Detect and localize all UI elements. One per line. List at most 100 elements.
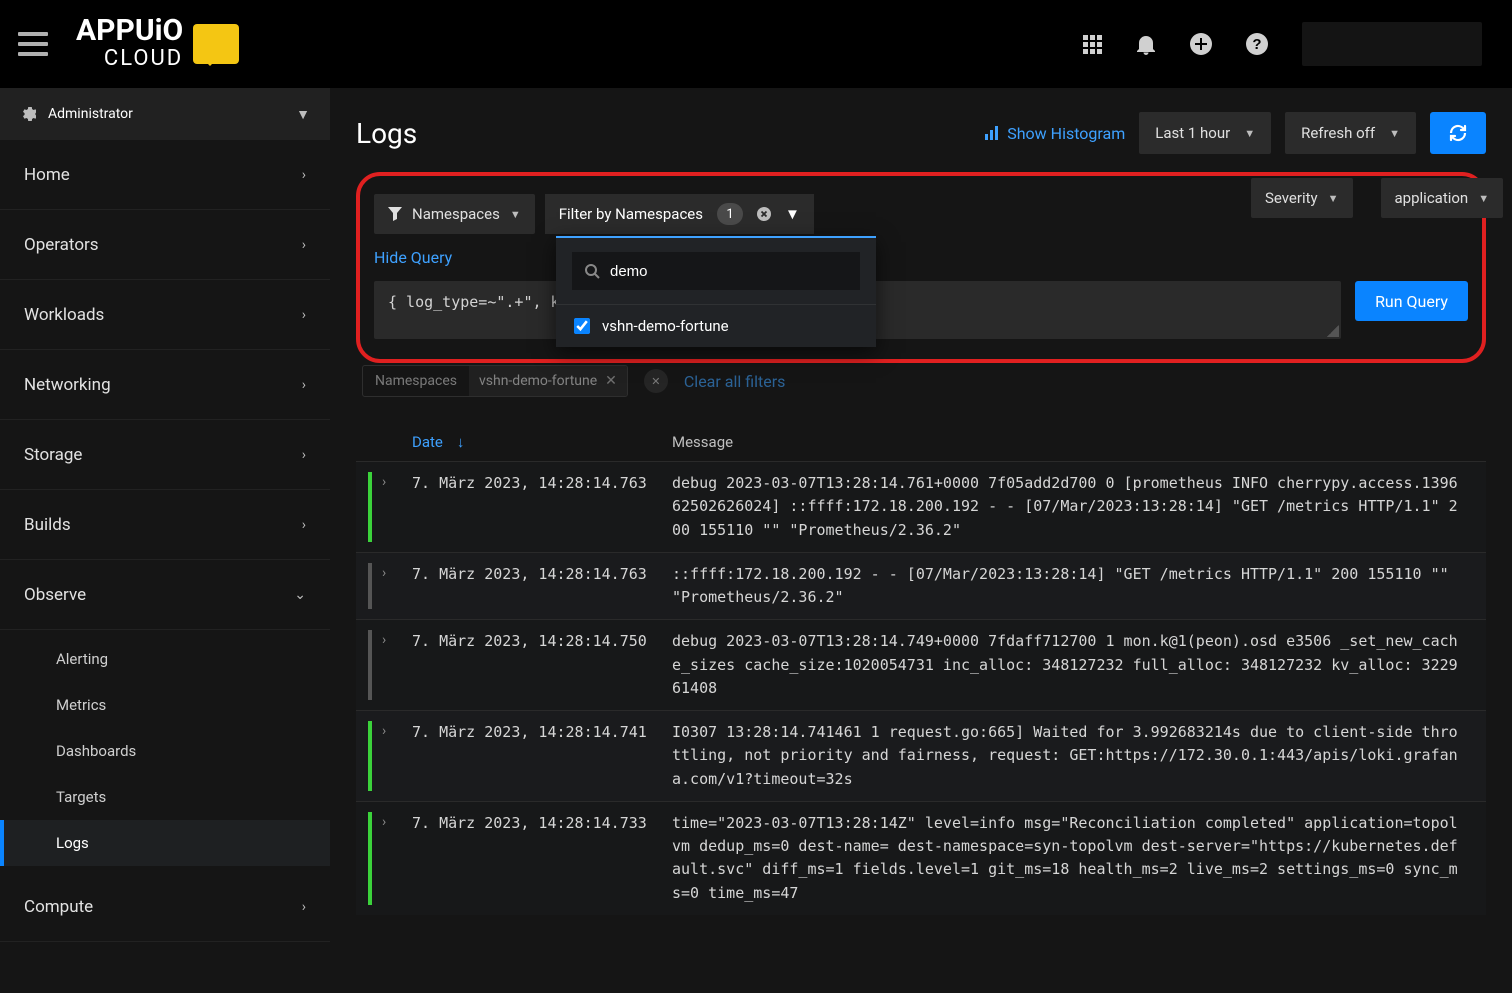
expand-row-icon[interactable]: › (382, 721, 412, 739)
log-message: time="2023-03-07T13:28:14Z" level=info m… (672, 812, 1476, 905)
namespace-option[interactable]: vshn-demo-fortune (556, 304, 876, 347)
topbar: APPUiO CLOUD ? (0, 0, 1512, 88)
caret-down-icon: ▼ (296, 106, 310, 123)
caret-down-icon: ▼ (785, 205, 800, 223)
chevron-right-icon: › (302, 167, 306, 183)
clear-icon[interactable] (757, 207, 771, 221)
hide-query-link[interactable]: Hide Query (374, 248, 1468, 267)
logtype-dropdown[interactable]: application▼ (1381, 178, 1504, 218)
chevron-right-icon: › (302, 377, 306, 393)
clear-chip-icon[interactable]: ✕ (644, 369, 668, 393)
sidebar-item-compute[interactable]: Compute› (0, 872, 330, 942)
namespace-chip: Namespaces vshn-demo-fortune ✕ (362, 365, 628, 397)
namespace-filter-value[interactable]: Filter by Namespaces 1 ▼ (545, 194, 814, 234)
log-table-header: Date ↓ Message (356, 397, 1486, 461)
namespaces-filter-button[interactable]: Namespaces ▼ (374, 194, 535, 234)
severity-bar (368, 472, 372, 542)
main-content: Logs Show Histogram Last 1 hour▼ Refresh… (330, 88, 1512, 993)
chevron-right-icon: › (302, 517, 306, 533)
sidebar-item-home[interactable]: Home› (0, 140, 330, 210)
log-message: debug 2023-03-07T13:28:14.749+0000 7fdaf… (672, 630, 1476, 700)
log-date: 7. März 2023, 14:28:14.763 (412, 563, 672, 583)
remove-chip-icon[interactable]: ✕ (605, 373, 617, 389)
log-date: 7. März 2023, 14:28:14.763 (412, 472, 672, 492)
perspective-switcher[interactable]: Administrator ▼ (0, 88, 330, 140)
chart-icon (985, 126, 1001, 140)
log-row: ›7. März 2023, 14:28:14.733time="2023-03… (356, 801, 1486, 915)
log-date: 7. März 2023, 14:28:14.733 (412, 812, 672, 832)
sidebar-item-workloads[interactable]: Workloads› (0, 280, 330, 350)
active-filter-chips: Namespaces vshn-demo-fortune ✕ ✕ Clear a… (356, 365, 1486, 397)
brand-sub: CLOUD (76, 46, 183, 71)
caret-down-icon: ▼ (1328, 192, 1339, 205)
namespace-dropdown-popup: vshn-demo-fortune (556, 236, 876, 347)
date-column-header[interactable]: Date ↓ (412, 433, 672, 451)
log-row: ›7. März 2023, 14:28:14.741I0307 13:28:1… (356, 710, 1486, 801)
brand-bubble-icon (193, 24, 239, 64)
brand-logo[interactable]: APPUiO CLOUD (76, 17, 239, 71)
svg-text:?: ? (1252, 36, 1261, 53)
chevron-right-icon: › (302, 237, 306, 253)
sidebar-item-alerting[interactable]: Alerting (0, 636, 330, 682)
user-menu[interactable] (1302, 22, 1482, 66)
sidebar-item-builds[interactable]: Builds› (0, 490, 330, 560)
caret-down-icon: ▼ (1244, 127, 1255, 140)
expand-row-icon[interactable]: › (382, 472, 412, 490)
severity-dropdown[interactable]: Severity▼ (1251, 178, 1353, 218)
sidebar-item-metrics[interactable]: Metrics (0, 682, 330, 728)
time-range-dropdown[interactable]: Last 1 hour▼ (1139, 112, 1271, 154)
chevron-right-icon: › (302, 307, 306, 323)
expand-row-icon[interactable]: › (382, 563, 412, 581)
refresh-button[interactable] (1430, 112, 1486, 154)
namespace-search[interactable] (572, 252, 860, 290)
namespace-search-input[interactable] (610, 263, 848, 280)
filter-icon (388, 207, 402, 221)
severity-bar (368, 563, 372, 610)
sort-arrow-icon: ↓ (457, 433, 465, 451)
severity-bar (368, 721, 372, 791)
sidebar-item-networking[interactable]: Networking› (0, 350, 330, 420)
sidebar-item-operators[interactable]: Operators› (0, 210, 330, 280)
refresh-dropdown[interactable]: Refresh off▼ (1285, 112, 1416, 154)
severity-bar (368, 812, 372, 905)
plus-circle-icon[interactable] (1190, 33, 1212, 55)
gear-icon (20, 106, 36, 122)
log-message: ::ffff:172.18.200.192 - - [07/Mar/2023:1… (672, 563, 1476, 610)
sidebar-item-logs[interactable]: Logs (0, 820, 330, 866)
sidebar: Administrator ▼ Home›Operators›Workloads… (0, 88, 330, 993)
clear-all-filters-link[interactable]: Clear all filters (684, 372, 786, 391)
log-date: 7. März 2023, 14:28:14.750 (412, 630, 672, 650)
chevron-down-icon: ⌄ (294, 587, 306, 603)
show-histogram-link[interactable]: Show Histogram (985, 124, 1125, 143)
namespace-checkbox[interactable] (574, 318, 590, 334)
log-row: ›7. März 2023, 14:28:14.763::ffff:172.18… (356, 552, 1486, 620)
chevron-right-icon: › (302, 899, 306, 915)
apps-grid-icon[interactable] (1082, 34, 1102, 54)
severity-bar (368, 630, 372, 700)
brand-name: APPUiO (76, 13, 183, 48)
search-icon (584, 263, 600, 279)
help-icon[interactable]: ? (1246, 33, 1268, 55)
sidebar-item-observe[interactable]: Observe⌄ (0, 560, 330, 630)
caret-down-icon: ▼ (1478, 192, 1489, 205)
sidebar-item-storage[interactable]: Storage› (0, 420, 330, 490)
caret-down-icon: ▼ (1389, 127, 1400, 140)
page-title: Logs (356, 117, 417, 150)
message-column-header: Message (672, 433, 733, 451)
sidebar-item-dashboards[interactable]: Dashboards (0, 728, 330, 774)
bell-icon[interactable] (1136, 33, 1156, 55)
log-message: debug 2023-03-07T13:28:14.761+0000 7f05a… (672, 472, 1476, 542)
expand-row-icon[interactable]: › (382, 630, 412, 648)
namespace-count-badge: 1 (717, 203, 743, 225)
expand-row-icon[interactable]: › (382, 812, 412, 830)
caret-down-icon: ▼ (510, 208, 521, 221)
log-message: I0307 13:28:14.741461 1 request.go:665] … (672, 721, 1476, 791)
log-row: ›7. März 2023, 14:28:14.763debug 2023-03… (356, 461, 1486, 552)
perspective-label: Administrator (48, 106, 133, 122)
hamburger-menu[interactable] (18, 32, 48, 56)
log-row: ›7. März 2023, 14:28:14.750debug 2023-03… (356, 619, 1486, 710)
log-date: 7. März 2023, 14:28:14.741 (412, 721, 672, 741)
run-query-button[interactable]: Run Query (1355, 281, 1468, 321)
sidebar-item-targets[interactable]: Targets (0, 774, 330, 820)
chevron-right-icon: › (302, 447, 306, 463)
